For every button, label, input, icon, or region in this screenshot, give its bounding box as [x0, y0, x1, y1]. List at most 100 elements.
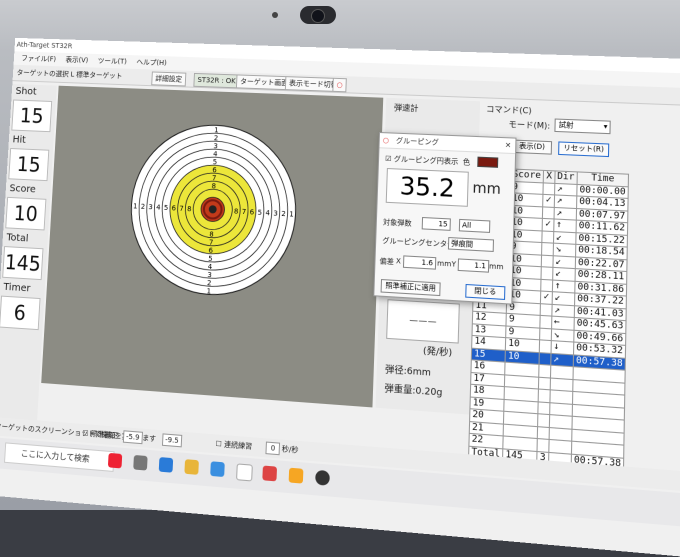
edge-icon[interactable]	[158, 457, 174, 473]
ring-number-h: 4	[265, 209, 270, 218]
store-icon[interactable]	[262, 465, 278, 482]
ring-number-h: 4	[156, 203, 161, 211]
ring-number-h: 3	[148, 203, 153, 211]
apply-correction-button[interactable]: 照準補正に適用	[380, 279, 441, 297]
menu-view[interactable]: 表示(V)	[65, 56, 88, 65]
table-cell: ↗	[554, 182, 577, 196]
target-select-label: ターゲットの選択	[16, 68, 69, 79]
detail-settings-button[interactable]: 詳細設定	[151, 71, 187, 87]
screen: Ath-Target ST32R ファイル(F) 表示(V) ツール(T) ヘル…	[0, 37, 680, 557]
table-cell: ↗	[551, 303, 575, 318]
hit-label: Hit	[12, 134, 27, 146]
ring-number-h: 7	[179, 204, 184, 212]
y-unit: mm	[488, 262, 504, 272]
table-cell	[541, 242, 554, 256]
correction-checkbox[interactable]: ☐ 照準補正	[82, 424, 118, 445]
show-circle-checkbox[interactable]: ☑ グルーピング円表示	[385, 154, 458, 167]
close-icon[interactable]: ✕	[505, 138, 511, 153]
grouping-value: 35.2	[385, 167, 469, 207]
table-cell: ↗	[553, 194, 577, 209]
bullet-weight: 弾重量:0.20g	[384, 384, 443, 399]
record-icon[interactable]: ○	[332, 77, 347, 93]
table-cell: ↙	[553, 231, 576, 245]
table-cell	[537, 413, 550, 427]
table-cell	[539, 327, 552, 341]
table-cell: ↙	[551, 291, 575, 306]
show-circle-label: グルーピング円表示	[393, 155, 459, 167]
interval-field[interactable]: 0	[265, 441, 281, 456]
ring-number-h: 1	[289, 210, 294, 219]
table-cell	[543, 182, 555, 195]
x-label: X	[395, 257, 402, 266]
table-cell: ↗	[553, 206, 577, 221]
target-screen-button[interactable]: ターゲット画面	[235, 74, 293, 91]
ring-number-h: 7	[242, 208, 247, 217]
maps-icon[interactable]	[288, 467, 304, 484]
color-swatch[interactable]	[477, 156, 499, 168]
ring-number-v: 1	[206, 287, 211, 296]
mode-value: 試射	[558, 120, 574, 130]
correction-x-field[interactable]: -5.9	[122, 430, 143, 445]
correction-y-field[interactable]: -9.5	[161, 433, 182, 448]
folder-icon[interactable]	[184, 459, 199, 475]
target-shots-label: 対象弾数	[382, 218, 412, 228]
score-label: Score	[9, 183, 36, 196]
table-cell	[538, 401, 550, 415]
speed-value: ‒‒‒	[386, 299, 460, 344]
table-cell	[537, 426, 549, 440]
center-select[interactable]: 弾痕間	[447, 237, 495, 252]
speed-unit: (発/秒)	[422, 346, 453, 360]
column-header[interactable]: X	[543, 170, 555, 183]
shot-label: Shot	[15, 86, 37, 98]
mail-icon[interactable]	[210, 461, 225, 478]
continuous-label: 連続練習	[223, 440, 253, 451]
dialog-close-button[interactable]: 閉じる	[465, 283, 506, 300]
mode-select[interactable]: 試射 ▾	[554, 118, 611, 135]
shot-value: 15	[11, 99, 53, 133]
table-cell: ↙	[552, 255, 576, 269]
ring-number-h: 3	[273, 209, 278, 218]
color-label: 色	[462, 158, 471, 167]
ring-number-h: 8	[187, 205, 192, 213]
st-status-button[interactable]: ST32R : OK	[193, 72, 240, 89]
table-cell	[542, 230, 554, 244]
x-offset-field[interactable]: 1.6	[402, 255, 437, 270]
ring-number-h: 8	[234, 207, 239, 215]
table-cell: ↓	[550, 340, 574, 355]
offset-label: 偏差	[379, 257, 395, 267]
timer-value: 6	[0, 295, 41, 331]
column-header[interactable]: Dir	[554, 170, 578, 184]
chrome-icon[interactable]	[236, 463, 253, 482]
task-view-icon[interactable]	[133, 454, 148, 471]
heart-app-icon[interactable]	[107, 452, 123, 469]
reset-button[interactable]: リセット(R)	[558, 141, 610, 158]
command-label: コマンド(C)	[485, 104, 532, 116]
taskbar-search[interactable]: ここに入力して検索	[4, 442, 115, 472]
menu-file[interactable]: ファイル(F)	[21, 54, 56, 63]
continuous-checkbox[interactable]: ☐ 連続練習	[215, 434, 252, 456]
view-button[interactable]: 表示(D)	[511, 139, 553, 155]
table-cell	[541, 266, 553, 280]
target-shots-spinner[interactable]: 15	[421, 216, 451, 231]
caliber: 弾径:6mm	[384, 365, 432, 379]
ring-number-v: 8	[211, 182, 216, 190]
target-select[interactable]: L 標準ターゲット	[70, 67, 123, 84]
menu-tools[interactable]: ツール(T)	[98, 57, 127, 66]
center-label: グルーピングセンター	[382, 236, 455, 249]
target-app-icon[interactable]	[315, 469, 330, 486]
table-cell	[537, 438, 549, 452]
y-label: Y	[451, 260, 457, 269]
table-cell: ↘	[550, 328, 574, 343]
ring-number-h: 1	[133, 202, 138, 210]
table-cell	[539, 339, 551, 353]
webcam	[300, 6, 336, 24]
table-cell: ✓	[540, 291, 552, 304]
chevron-down-icon: ▾	[603, 122, 608, 131]
ring-number-h: 6	[171, 204, 176, 212]
hit-value: 15	[8, 148, 50, 182]
target-panel: 1234567887654321 1234567887654321	[41, 85, 384, 408]
table-cell	[540, 303, 552, 317]
menu-help[interactable]: ヘルプ(H)	[136, 58, 167, 67]
y-offset-field[interactable]: 1.1	[457, 258, 490, 273]
all-select[interactable]: All	[458, 218, 491, 233]
